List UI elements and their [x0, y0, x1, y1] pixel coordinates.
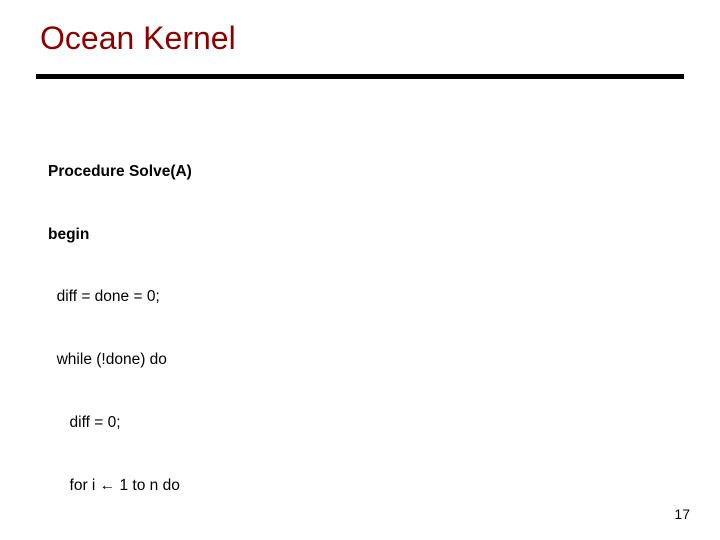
code-line: diff = done = 0;	[48, 287, 316, 308]
pseudocode-block: Procedure Solve(A) begin diff = done = 0…	[48, 120, 316, 540]
slide-title: Ocean Kernel	[40, 20, 236, 57]
code-line: begin	[48, 225, 316, 246]
code-frag: 1 to n do	[115, 477, 180, 494]
page-number: 17	[674, 506, 690, 522]
code-frag: for i	[48, 477, 100, 494]
code-line: for i ← 1 to n do	[48, 476, 316, 497]
code-line: while (!done) do	[48, 350, 316, 371]
code-line: diff = 0;	[48, 413, 316, 434]
arrow-icon: ←	[100, 477, 116, 494]
title-divider	[36, 74, 684, 79]
code-line: Procedure Solve(A)	[48, 162, 316, 183]
slide: Ocean Kernel Procedure Solve(A) begin di…	[0, 0, 720, 540]
